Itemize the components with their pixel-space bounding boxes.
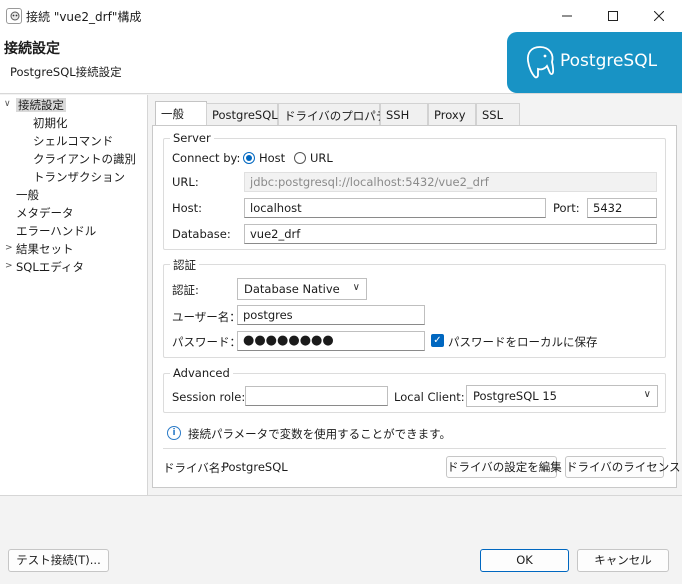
chevron-right-icon[interactable]: >	[5, 261, 13, 271]
tree-item-error-handling[interactable]: エラーハンドル	[16, 223, 96, 239]
logo-text: PostgreSQL	[560, 51, 658, 71]
tab-proxy[interactable]: Proxy	[428, 103, 476, 125]
info-icon: i	[167, 426, 181, 440]
username-field[interactable]: postgres	[237, 305, 425, 325]
tree-item-result-sets[interactable]: 結果セット	[16, 241, 74, 257]
session-role-field[interactable]	[245, 386, 388, 406]
save-password-label[interactable]: パスワードをローカルに保存	[448, 334, 598, 350]
close-icon	[654, 11, 664, 21]
url-label: URL:	[172, 175, 199, 189]
auth-label: 認証:	[172, 283, 199, 297]
driver-name-label: ドライバ名:	[163, 461, 225, 475]
host-label: Host:	[172, 201, 203, 215]
server-legend: Server	[170, 131, 214, 145]
host-radio-label[interactable]: Host	[259, 151, 285, 165]
page-title: 接続設定	[4, 41, 60, 57]
close-button[interactable]	[636, 0, 682, 32]
elephant-icon	[526, 46, 555, 79]
app-icon	[6, 8, 22, 24]
url-radio[interactable]	[294, 152, 306, 164]
local-client-value: PostgreSQL 15	[473, 389, 557, 403]
connect-by-label: Connect by:	[172, 151, 241, 165]
save-password-checkbox[interactable]: ✓	[431, 334, 444, 347]
tree-item-sql-editor[interactable]: SQLエディタ	[16, 259, 84, 275]
password-field[interactable]: ●●●●●●●●	[237, 331, 425, 351]
driver-license-button[interactable]: ドライバのライセンス	[565, 456, 681, 478]
tree-item-general[interactable]: 一般	[16, 187, 39, 203]
auth-legend: 認証	[170, 257, 199, 273]
tree-item-metadata[interactable]: メタデータ	[16, 205, 74, 221]
minimize-icon	[562, 15, 572, 17]
maximize-icon	[608, 11, 618, 21]
tab-postgresql[interactable]: PostgreSQL	[206, 103, 278, 125]
maximize-button[interactable]	[590, 0, 636, 32]
ok-button[interactable]: OK	[480, 549, 569, 572]
auth-select[interactable]: Database Native ∨	[237, 278, 367, 300]
minimize-button[interactable]	[544, 0, 590, 32]
footer-divider	[0, 495, 682, 496]
tree-item-connection-settings[interactable]: 接続設定	[16, 97, 66, 113]
tab-ssh[interactable]: SSH	[380, 103, 428, 125]
database-field[interactable]: vue2_drf	[244, 224, 657, 244]
chevron-down-icon: ∨	[643, 389, 651, 400]
host-field[interactable]: localhost	[244, 198, 546, 218]
edit-driver-settings-button[interactable]: ドライバの設定を編集	[446, 456, 562, 478]
info-text: 接続パラメータで変数を使用することができます。	[188, 427, 452, 441]
tree-item-initialization[interactable]: 初期化	[33, 115, 68, 131]
window-title: 接続 "vue2_drf"構成	[26, 10, 142, 24]
port-field[interactable]: 5432	[587, 198, 657, 218]
host-radio[interactable]	[243, 152, 255, 164]
chevron-down-icon: ∨	[352, 282, 360, 293]
port-label: Port:	[553, 201, 580, 215]
advanced-legend: Advanced	[170, 366, 233, 380]
page-subtitle: PostgreSQL接続設定	[10, 65, 122, 79]
session-role-label: Session role:	[172, 390, 246, 404]
url-radio-label[interactable]: URL	[310, 151, 333, 165]
chevron-down-icon[interactable]: ∨	[4, 99, 11, 109]
url-field[interactable]: jdbc:postgresql://localhost:5432/vue2_dr…	[244, 172, 657, 192]
tree-item-shell-commands[interactable]: シェルコマンド	[33, 133, 113, 149]
settings-tree: ∨ 接続設定 初期化 シェルコマンド クライアントの識別 トランザクション 一般…	[0, 95, 148, 495]
tab-driver-properties[interactable]: ドライバのプロパティ	[278, 103, 398, 125]
username-label: ユーザー名：	[172, 310, 241, 324]
tab-general[interactable]: 一般	[155, 101, 207, 126]
password-label: パスワード：	[172, 335, 241, 349]
cancel-button[interactable]: キャンセル	[577, 549, 669, 572]
tree-item-client-identification[interactable]: クライアントの識別	[33, 151, 136, 167]
database-label: Database:	[172, 227, 231, 241]
chevron-right-icon[interactable]: >	[5, 243, 13, 253]
driver-name-value: PostgreSQL	[222, 460, 288, 474]
test-connection-button[interactable]: テスト接続(T)...	[8, 549, 109, 572]
local-client-label: Local Client:	[394, 390, 465, 404]
tree-item-transactions[interactable]: トランザクション	[33, 169, 125, 185]
divider	[163, 448, 666, 449]
local-client-select[interactable]: PostgreSQL 15 ∨	[466, 385, 658, 407]
tab-ssl[interactable]: SSL	[476, 103, 520, 125]
auth-select-value: Database Native	[244, 282, 340, 296]
